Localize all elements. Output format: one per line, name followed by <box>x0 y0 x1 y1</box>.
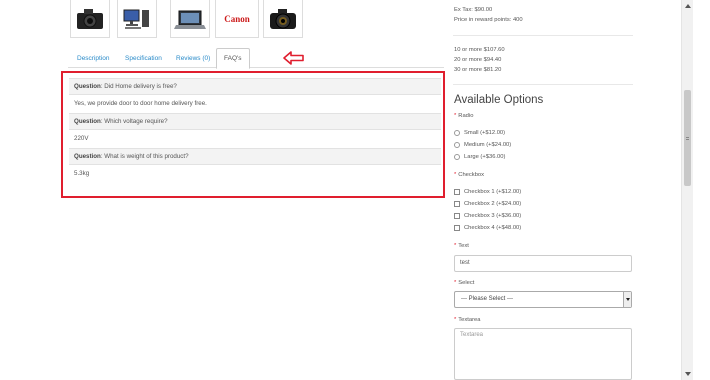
radio-label-text: Radio <box>458 113 474 119</box>
radio-option-label: Small (+$12.00) <box>464 130 506 136</box>
available-options-heading: Available Options <box>454 94 544 106</box>
radio-option-label: Large (+$36.00) <box>464 154 506 160</box>
select-value: --- Please Select --- <box>461 296 514 302</box>
canon-logo-thumbnail[interactable]: Canon <box>215 0 259 38</box>
text-label: * Text <box>454 243 469 249</box>
radio-option-small[interactable]: Small (+$12.00) <box>454 130 505 136</box>
reward-points-price: Price in reward points: 400 <box>454 17 523 23</box>
required-mark: * <box>454 243 457 249</box>
checkbox-option-3[interactable]: Checkbox 3 (+$36.00) <box>454 213 521 219</box>
chevron-down-icon[interactable] <box>623 292 631 307</box>
textarea-label-text: Textarea <box>458 317 481 323</box>
question-label: Question <box>74 153 101 160</box>
checkbox-option-label: Checkbox 1 (+$12.00) <box>464 189 522 195</box>
radio-option-medium[interactable]: Medium (+$24.00) <box>454 142 511 148</box>
dslr-camera-icon <box>270 8 296 29</box>
tab-reviews[interactable]: Reviews (0) <box>169 49 217 68</box>
faq-panel: Question: Did Home delivery is free? Yes… <box>61 71 445 198</box>
checkbox-label: * Checkbox <box>454 172 484 178</box>
radio-button[interactable] <box>454 154 460 160</box>
ex-tax-price: Ex Tax: $90.00 <box>454 7 493 13</box>
desktop-computer-thumbnail[interactable] <box>117 0 157 38</box>
checkbox-option-label: Checkbox 3 (+$36.00) <box>464 213 522 219</box>
canon-logo: Canon <box>224 13 250 24</box>
question-text: : What is weight of this product? <box>100 153 189 160</box>
laptop-icon <box>174 10 206 29</box>
faq-question-row: Question: Did Home delivery is free? <box>69 78 441 95</box>
text-field[interactable]: test <box>454 255 632 272</box>
scroll-up-arrow-icon[interactable] <box>685 4 691 8</box>
select-label: * Select <box>454 280 474 286</box>
product-tabs: Description Specification Reviews (0) FA… <box>68 46 444 69</box>
checkbox-label-text: Checkbox <box>458 172 485 178</box>
checkbox[interactable] <box>454 189 460 195</box>
page-scrollbar[interactable] <box>681 0 693 380</box>
question-text: : Did Home delivery is free? <box>100 83 177 90</box>
question-label: Question <box>74 118 101 125</box>
radio-option-label: Medium (+$24.00) <box>464 142 512 148</box>
discount-tier: 10 or more $107.60 <box>454 47 505 53</box>
tab-specification[interactable]: Specification <box>118 49 169 68</box>
text-label-text: Text <box>458 243 469 249</box>
laptop-thumbnail[interactable] <box>170 0 210 38</box>
checkbox-option-2[interactable]: Checkbox 2 (+$24.00) <box>454 201 521 207</box>
divider <box>453 84 633 85</box>
camera-icon <box>77 8 103 29</box>
checkbox-option-label: Checkbox 2 (+$24.00) <box>464 201 522 207</box>
question-label: Question <box>74 83 101 90</box>
dslr-camera-thumbnail[interactable] <box>263 0 303 38</box>
textarea-field[interactable]: Textarea <box>454 328 632 380</box>
scroll-down-arrow-icon[interactable] <box>685 372 691 376</box>
radio-button[interactable] <box>454 142 460 148</box>
required-mark: * <box>454 113 457 119</box>
discount-tier: 20 or more $94.40 <box>454 57 502 63</box>
required-mark: * <box>454 172 457 178</box>
checkbox-option-1[interactable]: Checkbox 1 (+$12.00) <box>454 189 521 195</box>
required-mark: * <box>454 280 457 286</box>
checkbox-option-4[interactable]: Checkbox 4 (+$48.00) <box>454 225 521 231</box>
select-dropdown[interactable]: --- Please Select --- <box>454 291 632 308</box>
faq-answer-row: Yes, we provide door to door home delive… <box>69 96 441 111</box>
faq-question-row: Question: What is weight of this product… <box>69 148 441 165</box>
radio-option-large[interactable]: Large (+$36.00) <box>454 154 505 160</box>
faq-question-row: Question: Which voltage require? <box>69 113 441 130</box>
camera-thumbnail[interactable] <box>70 0 110 38</box>
textarea-label: * Textarea <box>454 317 481 323</box>
checkbox[interactable] <box>454 201 460 207</box>
radio-button[interactable] <box>454 130 460 136</box>
checkbox-option-label: Checkbox 4 (+$48.00) <box>464 225 522 231</box>
faq-answer-row: 5.3kg <box>69 166 441 181</box>
select-label-text: Select <box>458 280 475 286</box>
tab-description[interactable]: Description <box>70 49 117 68</box>
required-mark: * <box>454 317 457 323</box>
divider <box>453 35 633 36</box>
checkbox[interactable] <box>454 213 460 219</box>
checkbox[interactable] <box>454 225 460 231</box>
discount-tier: 30 or more $81.20 <box>454 67 502 73</box>
pointer-arrow-icon <box>283 51 304 65</box>
radio-label: * Radio <box>454 113 473 119</box>
question-text: : Which voltage require? <box>100 118 168 125</box>
faq-answer-row: 220V <box>69 131 441 146</box>
desktop-computer-icon <box>123 9 149 29</box>
scrollbar-grip-icon <box>686 137 689 140</box>
tab-faqs[interactable]: FAQ's <box>216 48 250 69</box>
